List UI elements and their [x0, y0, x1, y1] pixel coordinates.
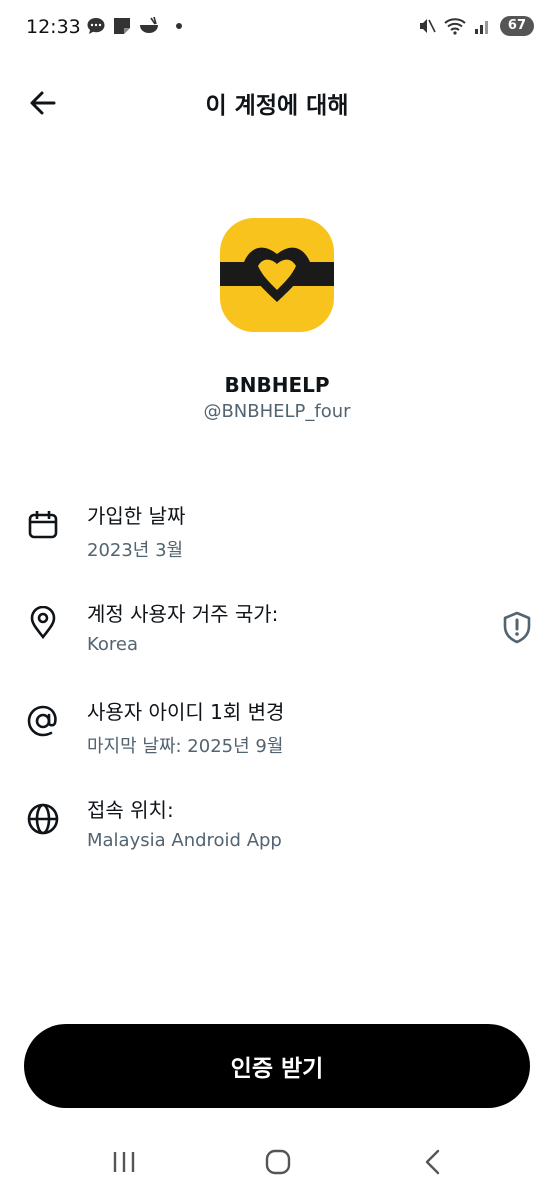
info-title: 가입한 날짜 — [87, 504, 186, 528]
at-sign-icon — [27, 705, 57, 737]
more-notifications-icon — [176, 23, 182, 29]
home-icon[interactable] — [258, 1142, 298, 1182]
shield-alert-icon[interactable] — [500, 610, 534, 644]
page-title: 이 계정에 대해 — [205, 93, 349, 119]
info-title: 접속 위치: — [87, 798, 174, 822]
calendar-icon — [28, 511, 58, 539]
back-nav-icon[interactable] — [414, 1142, 454, 1182]
info-value: 2023년 3월 — [87, 540, 184, 561]
heart-hands-logo — [220, 247, 334, 302]
recent-apps-icon[interactable] — [104, 1142, 144, 1182]
system-icons: 67 — [418, 16, 534, 36]
globe-icon — [27, 803, 59, 835]
get-verified-button[interactable]: 인증 받기 — [24, 1024, 530, 1108]
mute-icon — [419, 19, 436, 33]
signal-icon — [474, 21, 488, 34]
info-row-connected-via: 접속 위치: Malaysia Android App — [0, 794, 554, 874]
display-name: BNBHELP — [224, 373, 330, 397]
info-value: Korea — [87, 634, 139, 655]
user-handle: @BNBHELP_four — [203, 401, 351, 422]
battery-indicator: 67 — [499, 16, 534, 36]
bowl-icon — [140, 16, 158, 33]
info-row-join-date: 가입한 날짜 2023년 3월 — [0, 500, 554, 580]
system-nav-bar — [0, 1128, 554, 1200]
status-bar: 12:33 67 — [0, 0, 554, 58]
info-row-username-change: 사용자 아이디 1회 변경 마지막 날짜: 2025년 9월 — [0, 696, 554, 776]
wifi-icon — [444, 18, 466, 35]
info-title: 사용자 아이디 1회 변경 — [87, 700, 285, 724]
info-row-country: 계정 사용자 거주 국가: Korea — [0, 598, 554, 678]
avatar[interactable] — [220, 218, 334, 332]
note-icon — [114, 18, 130, 34]
chat-bubble-icon — [87, 18, 105, 34]
info-value: 마지막 날짜: 2025년 9월 — [87, 736, 284, 757]
location-pin-icon — [30, 606, 56, 640]
header: 이 계정에 대해 — [0, 72, 554, 132]
info-value: Malaysia Android App — [87, 830, 282, 851]
notification-icons — [86, 16, 182, 36]
status-time: 12:33 — [26, 16, 81, 38]
info-title: 계정 사용자 거주 국가: — [87, 602, 279, 626]
